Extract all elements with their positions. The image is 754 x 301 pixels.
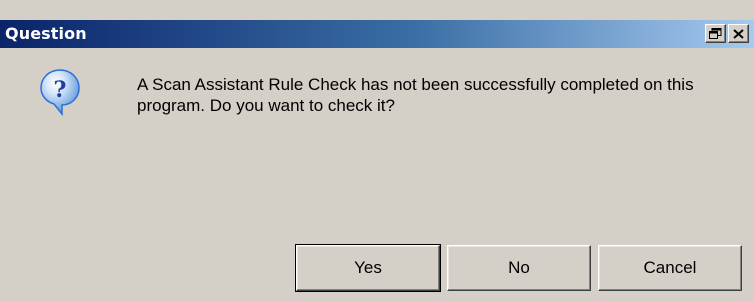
no-button[interactable]: No [447, 245, 591, 291]
dialog-body: ? A Scan Assistant Rule Check has not be… [0, 48, 754, 301]
close-icon [733, 28, 744, 39]
svg-text:?: ? [54, 77, 67, 103]
yes-button[interactable]: Yes [295, 244, 441, 292]
dialog-title: Question [5, 24, 87, 43]
restore-window-icon [709, 28, 722, 39]
question-dialog: Question ? A Scan Assistant Rule Check h… [0, 0, 754, 301]
title-bar[interactable]: Question [0, 20, 754, 48]
question-icon: ? [40, 69, 80, 116]
restore-button[interactable] [705, 24, 726, 43]
close-button[interactable] [728, 24, 749, 43]
cancel-button[interactable]: Cancel [598, 245, 742, 291]
message-text: A Scan Assistant Rule Check has not been… [137, 75, 694, 115]
